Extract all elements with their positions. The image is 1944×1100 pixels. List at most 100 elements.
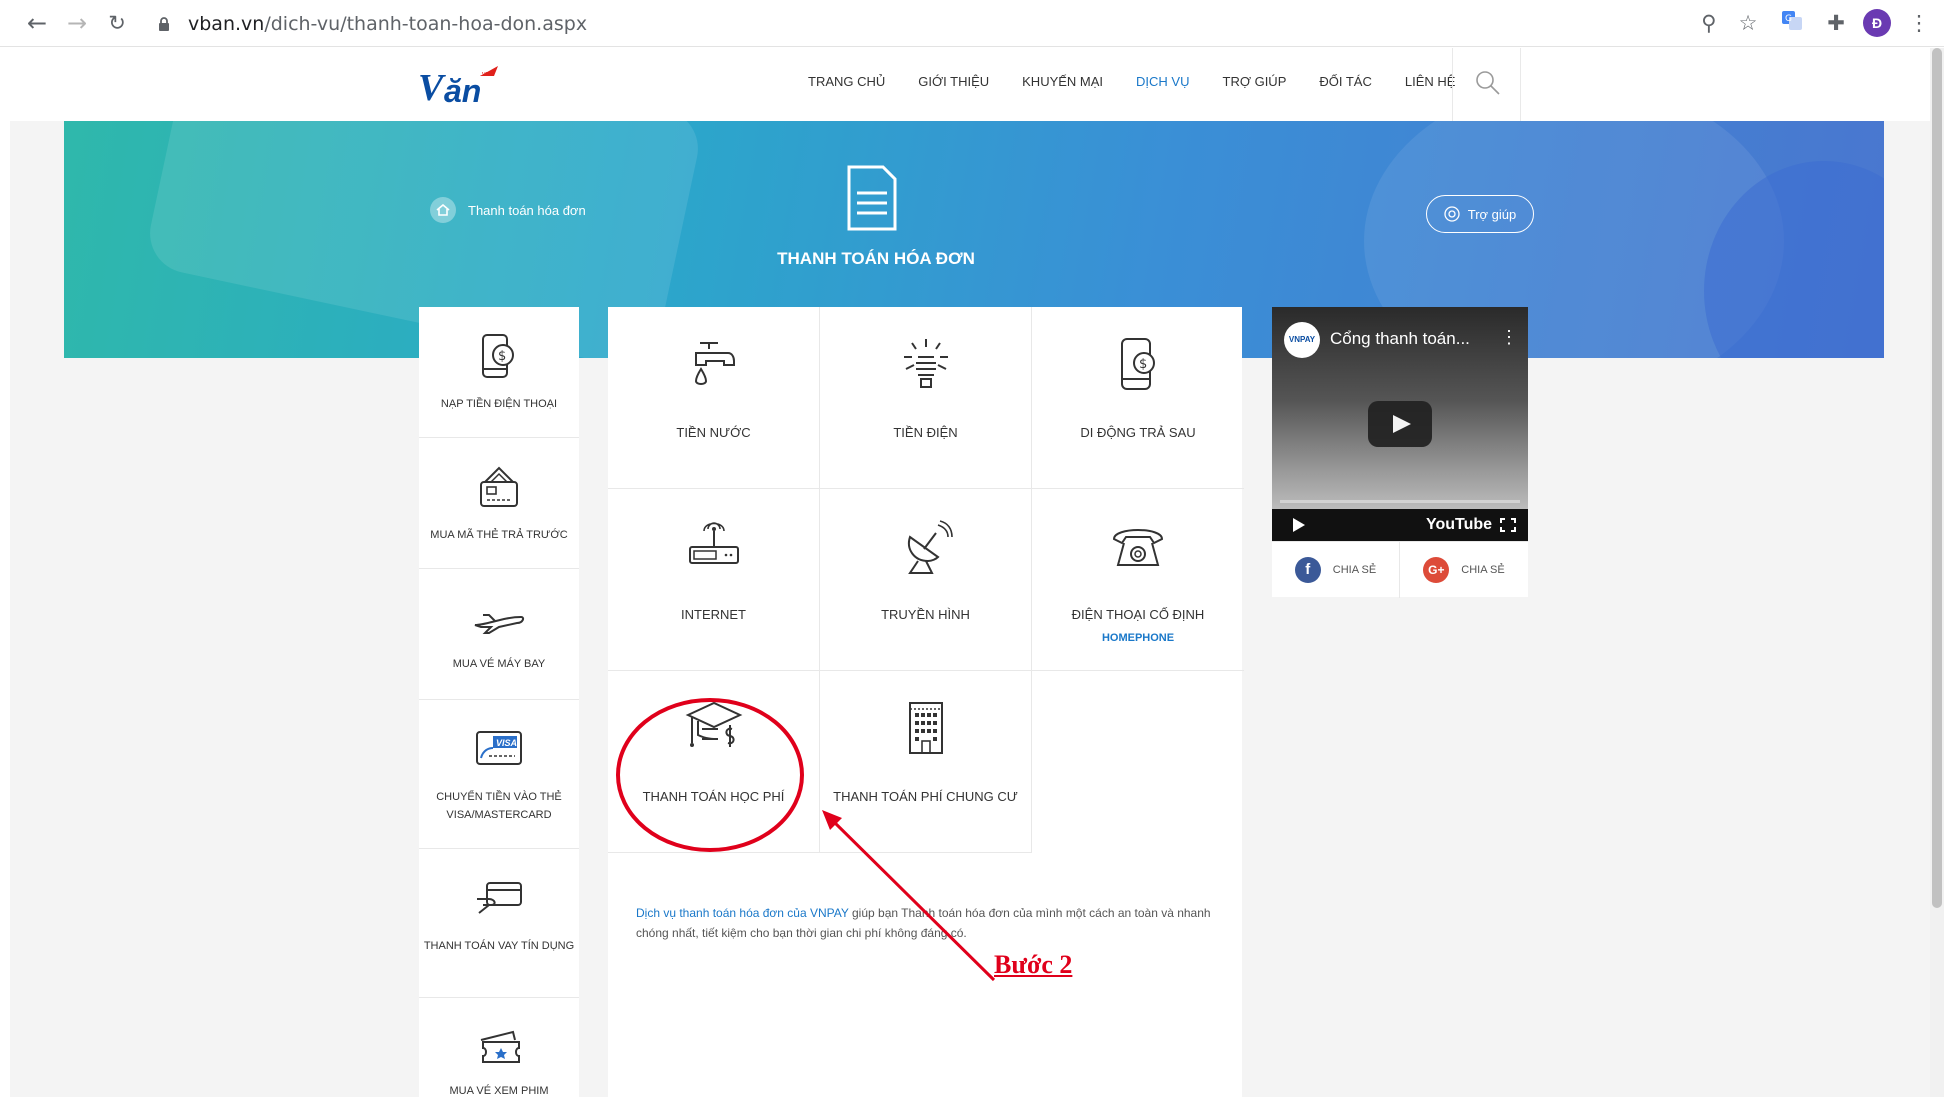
share-label: CHIA SẺ [1461,564,1505,576]
service-postpaid[interactable]: $ DI ĐỘNG TRẢ SAU [1032,307,1244,489]
service-label: TIỀN ĐIỆN [893,425,958,440]
url-text: vban.vn/dich-vu/thanh-toan-hoa-don.aspx [188,13,588,35]
video-player[interactable]: VNPAY Cổng thanh toán... ⋮ YouTube [1272,307,1528,541]
vban-logo[interactable]: V ăn .vn [418,62,510,108]
sidebar-item-flight[interactable]: MUA VÉ MÁY BAY [419,569,579,700]
menu-home[interactable]: TRANG CHỦ [808,74,885,89]
header-divider [1520,48,1521,121]
scrollbar[interactable] [1930,48,1944,1097]
service-label: ĐIỆN THOẠI CỐ ĐỊNH [1071,607,1205,622]
more-options-icon[interactable]: ⋮ [1500,327,1518,348]
bookmark-star-icon[interactable]: ☆ [1734,9,1762,37]
breadcrumb-current: Thanh toán hóa đơn [468,202,586,218]
menu-contact[interactable]: LIÊN HỆ [1405,74,1456,89]
svg-text:.vn: .vn [480,71,489,78]
extensions-puzzle-icon[interactable]: ✚ [1822,9,1850,37]
postpaid-phone-icon: $ [1121,338,1155,390]
service-internet[interactable]: INTERNET [608,489,820,671]
menu-about[interactable]: GIỚI THIỆU [918,74,989,89]
svg-text:$: $ [498,349,506,364]
lifebuoy-icon [1444,206,1460,222]
sidebar-item-credit-loan[interactable]: THANH TOÁN VAY TÍN DỤNG [419,849,579,998]
visa-card-icon: VISA [476,731,522,765]
scrollbar-thumb[interactable] [1932,48,1942,908]
sidebar-item-label: MUA MÃ THẺ TRẢ TRƯỚC [430,529,568,541]
youtube-logo[interactable]: YouTube [1426,516,1492,534]
service-electricity[interactable]: TIỀN ĐIỆN [820,307,1032,489]
lock-icon [159,17,169,31]
menu-services[interactable]: DỊCH VỤ [1136,74,1189,89]
sidebar-item-prepaid-card[interactable]: MUA MÃ THẺ TRẢ TRƯỚC [419,438,579,569]
play-icon[interactable] [1292,518,1306,532]
browser-menu-icon[interactable]: ⋮ [1905,9,1933,37]
sidebar-item-visa-transfer[interactable]: VISA CHUYỂN TIỀN VÀO THẺ VISA/MASTERCARD [419,700,579,849]
service-landline[interactable]: ĐIỆN THOẠI CỐ ĐỊNH HOMEPHONE [1032,489,1244,671]
service-description: Dịch vụ thanh toán hóa đơn của VNPAY giú… [636,906,1211,940]
landline-phone-icon [1112,529,1164,566]
movie-ticket-icon [480,1030,520,1063]
service-sidebar: $ NẠP TIỀN ĐIỆN THOẠI MUA MÃ THẺ TRẢ TRƯ… [419,307,579,1097]
svg-text:VISA: VISA [496,738,517,748]
svg-text:V: V [418,67,446,108]
vnpay-link[interactable]: Dịch vụ thanh toán hóa đơn của VNPAY [636,906,849,920]
service-sublabel: HOMEPHONE [1101,632,1175,644]
airplane-icon [474,614,525,634]
video-title[interactable]: Cổng thanh toán... [1330,329,1470,349]
page: V ăn .vn TRANG CHỦ GIỚI THIỆU KHUYẾN MẠI… [10,48,1944,1097]
back-arrow-icon[interactable]: ← [22,8,52,38]
breadcrumb: Thanh toán hóa đơn [430,197,586,223]
page-title: THANH TOÁN HÓA ĐƠN [777,249,975,268]
translate-extension-icon[interactable]: G [1778,9,1806,37]
channel-avatar[interactable]: VNPAY [1284,322,1320,358]
phone-money-icon: $ [482,334,514,378]
sidebar-item-topup[interactable]: $ NẠP TIỀN ĐIỆN THOẠI [419,307,579,438]
service-label: TIỀN NƯỚC [676,425,751,440]
share-bar: f CHIA SẺ G+ CHIA SẺ [1272,541,1528,598]
menu-promotions[interactable]: KHUYẾN MẠI [1022,74,1103,89]
document-icon [847,165,897,231]
service-apartment[interactable]: THANH TOÁN PHÍ CHUNG CƯ [820,671,1032,853]
share-label: CHIA SẺ [1332,564,1377,576]
menu-help[interactable]: TRỢ GIÚP [1223,74,1287,89]
site-header: V ăn .vn TRANG CHỦ GIỚI THIỆU KHUYẾN MẠI… [10,48,1944,121]
svg-text:ăn: ăn [444,73,481,108]
service-tuition[interactable]: THANH TOÁN HỌC PHÍ [608,671,820,853]
service-label: DI ĐỘNG TRẢ SAU [1080,425,1196,440]
video-progress-bar[interactable] [1280,500,1520,503]
help-button-label: Trợ giúp [1467,206,1517,222]
forward-arrow-icon[interactable]: → [62,8,92,38]
service-water[interactable]: TIỀN NƯỚC [608,307,820,489]
home-icon[interactable] [430,197,456,223]
profile-avatar[interactable]: Đ [1863,9,1891,37]
sidebar-item-label: CHUYỂN TIỀN VÀO THẺ VISA/MASTERCARD [436,791,562,821]
google-share-button[interactable]: G+ CHIA SẺ [1400,542,1528,598]
facebook-share-button[interactable]: f CHIA SẺ [1272,542,1400,598]
main-menu: TRANG CHỦ GIỚI THIỆU KHUYẾN MẠI DỊCH VỤ … [808,74,1488,89]
address-bar[interactable]: vban.vn/dich-vu/thanh-toan-hoa-don.aspx [148,7,1708,41]
play-button-icon[interactable] [1368,401,1432,447]
video-controls: YouTube [1272,509,1528,541]
reload-icon[interactable]: ↻ [102,8,132,38]
water-tap-icon [694,342,735,385]
menu-partners[interactable]: ĐỐI TÁC [1319,74,1372,89]
graduation-cap-icon [685,701,743,747]
fullscreen-icon[interactable] [1500,518,1516,532]
step-label: Bước 2 [994,950,1073,979]
service-label: TRUYỀN HÌNH [881,607,970,622]
router-icon [689,522,739,564]
zoom-icon[interactable]: ⚲ [1695,9,1723,37]
svg-text:$: $ [1139,357,1147,372]
help-button[interactable]: Trợ giúp [1426,195,1534,233]
prepaid-card-icon [480,466,518,507]
service-tv[interactable]: TRUYỀN HÌNH [820,489,1032,671]
sidebar-item-movie[interactable]: MUA VÉ XEM PHIM [419,998,579,1097]
svg-text:G: G [1785,14,1792,24]
credit-loan-icon [477,882,522,914]
browser-toolbar: ← → ↻ vban.vn/dich-vu/thanh-toan-hoa-don… [0,0,1944,47]
service-label: THANH TOÁN HỌC PHÍ [642,789,785,804]
satellite-dish-icon [908,520,953,574]
search-icon[interactable] [1474,69,1502,97]
services-grid: TIỀN NƯỚC TIỀN ĐIỆN $ DI ĐỘNG TRẢ SAU IN… [608,307,1244,1097]
facebook-icon: f [1294,557,1321,583]
sidebar-item-label: MUA VÉ XEM PHIM [449,1085,549,1097]
